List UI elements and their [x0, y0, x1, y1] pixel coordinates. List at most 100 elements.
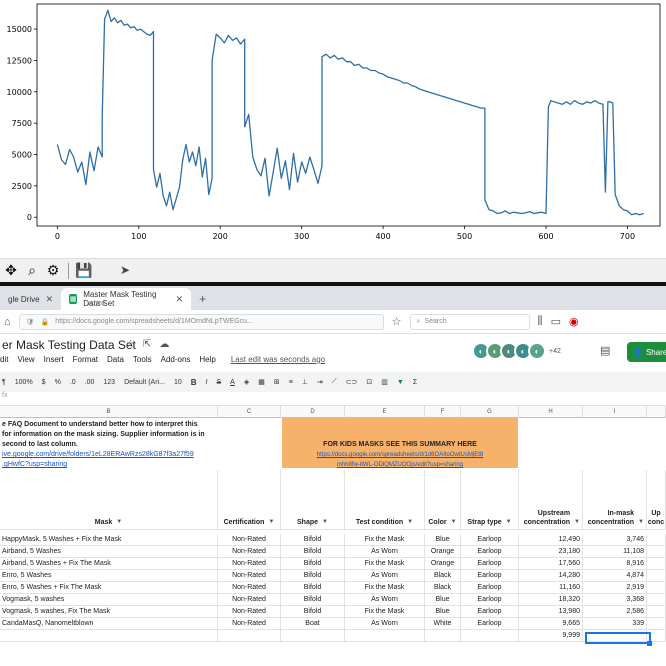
strikethrough-icon[interactable]: S: [216, 379, 221, 386]
cell-certification[interactable]: Non-Rated: [218, 546, 281, 558]
cell-extra[interactable]: [647, 546, 666, 558]
cell-shape[interactable]: Bifold: [281, 582, 345, 594]
cell-extra[interactable]: [647, 558, 666, 570]
cell-in-mask[interactable]: 3,746: [583, 534, 647, 546]
cell-mask[interactable]: [0, 630, 218, 642]
comment-icon[interactable]: ⊡: [366, 378, 372, 386]
pan-icon[interactable]: ✥: [2, 262, 20, 280]
cell-test-condition[interactable]: As Worn: [345, 546, 425, 558]
merge-icon[interactable]: ⊞: [274, 378, 280, 386]
more-collaborators-count[interactable]: +42: [549, 348, 561, 355]
align-icon[interactable]: ≡: [289, 379, 293, 386]
comment-icon[interactable]: ▤: [600, 344, 610, 357]
column-header-d[interactable]: D: [281, 406, 345, 418]
italic-icon[interactable]: I: [206, 379, 208, 386]
bookmark-star-icon[interactable]: ☆: [392, 315, 402, 328]
chart-icon[interactable]: ▥: [381, 378, 388, 386]
column-heading[interactable]: In-mask concentration ▼: [583, 470, 647, 530]
column-header-b[interactable]: B: [0, 406, 218, 418]
column-header-e[interactable]: E: [345, 406, 425, 418]
cell-extra[interactable]: [647, 570, 666, 582]
font-size-select[interactable]: 10: [174, 379, 182, 386]
url-field[interactable]: 🛡 🔒 https://docs.google.com/spreadsheets…: [18, 313, 384, 330]
formula-bar[interactable]: fx: [0, 392, 666, 406]
tab-google-drive[interactable]: gle Drive ✕: [0, 288, 61, 310]
filter-dropdown-icon[interactable]: ▼: [574, 518, 580, 527]
cell-strap-type[interactable]: Earloop: [461, 534, 519, 546]
reader-icon[interactable]: ▭: [551, 315, 561, 328]
avatar[interactable]: ◐: [528, 342, 546, 360]
cell-color[interactable]: Black: [425, 570, 461, 582]
column-header-j[interactable]: [647, 406, 666, 418]
column-heading[interactable]: Color ▼: [425, 470, 461, 530]
drive-folder-link[interactable]: ive.google.com/drive/folders/1eL28ERAwRz…: [2, 450, 216, 460]
cell-extra[interactable]: [647, 582, 666, 594]
column-header-c[interactable]: C: [218, 406, 281, 418]
column-header-i[interactable]: I: [583, 406, 647, 418]
cell-color[interactable]: Blue: [425, 606, 461, 618]
cell-extra[interactable]: [647, 618, 666, 630]
library-icon[interactable]: ⫼: [538, 315, 543, 328]
fill-handle[interactable]: [647, 641, 652, 646]
cell-test-condition[interactable]: Fix the Mask: [345, 534, 425, 546]
drive-folder-link-cont[interactable]: .gHwfC?usp=sharing: [2, 460, 216, 470]
cell-mask[interactable]: Enro, 5 Washes + Fix The Mask: [0, 582, 218, 594]
kids-summary-link[interactable]: https://docs.google.com/spreadsheets/d/1…: [282, 450, 518, 460]
filter-dropdown-icon[interactable]: ▼: [116, 518, 122, 527]
cell-shape[interactable]: Bifold: [281, 534, 345, 546]
column-heading[interactable]: Up conc: [647, 470, 666, 530]
cell-color[interactable]: White: [425, 618, 461, 630]
cell-test-condition[interactable]: As Worn: [345, 570, 425, 582]
cell-certification[interactable]: Non-Rated: [218, 618, 281, 630]
link-icon[interactable]: ⊂⊃: [346, 378, 358, 386]
cell-upstream[interactable]: 17,560: [519, 558, 583, 570]
cell-strap-type[interactable]: Earloop: [461, 582, 519, 594]
extension-icon[interactable]: ◉: [569, 315, 579, 328]
cell-in-mask[interactable]: 339: [583, 618, 647, 630]
faq-info-cell[interactable]: e FAQ Document to understand better how …: [2, 420, 216, 470]
cell-certification[interactable]: Non-Rated: [218, 606, 281, 618]
menu-help[interactable]: Help: [199, 355, 215, 364]
cell-certification[interactable]: Non-Rated: [218, 558, 281, 570]
menu-format[interactable]: Format: [73, 355, 98, 364]
cell-shape[interactable]: Boat: [281, 618, 345, 630]
menu-insert[interactable]: Insert: [44, 355, 64, 364]
column-header-h[interactable]: H: [519, 406, 583, 418]
zoom-select[interactable]: 100%: [15, 379, 33, 386]
percent-icon[interactable]: %: [55, 379, 61, 386]
filter-dropdown-icon[interactable]: ▼: [407, 518, 413, 527]
cell-mask[interactable]: Vogmask, 5 washes, Fix The Mask: [0, 606, 218, 618]
column-heading[interactable]: Test condition ▼: [345, 470, 425, 530]
menu-tools[interactable]: Tools: [133, 355, 152, 364]
cell-test-condition[interactable]: Fix the Mask: [345, 582, 425, 594]
cell-in-mask[interactable]: 3,368: [583, 594, 647, 606]
cell-strap-type[interactable]: Earloop: [461, 618, 519, 630]
filter-dropdown-icon[interactable]: ▼: [322, 518, 328, 527]
zoom-icon[interactable]: ⌕: [23, 262, 41, 280]
move-icon[interactable]: ⇱: [143, 339, 151, 350]
font-select[interactable]: Default (Ari...: [124, 379, 165, 386]
cell-upstream[interactable]: 14,280: [519, 570, 583, 582]
fill-color-icon[interactable]: ◈: [244, 378, 249, 386]
cell-test-condition[interactable]: As Worn: [345, 594, 425, 606]
rotate-icon[interactable]: ⟋: [332, 378, 337, 386]
cell-in-mask[interactable]: 11,108: [583, 546, 647, 558]
selected-cell[interactable]: [585, 632, 651, 644]
column-header-g[interactable]: G: [461, 406, 519, 418]
save-icon[interactable]: 💾: [75, 262, 93, 280]
search-input[interactable]: ⌕ Search: [409, 313, 530, 330]
filter-dropdown-icon[interactable]: ▼: [268, 518, 274, 527]
cell-strap-type[interactable]: Earloop: [461, 558, 519, 570]
document-title[interactable]: er Mask Testing Data Set: [2, 338, 136, 352]
cell-strap-type[interactable]: Earloop: [461, 570, 519, 582]
cell-upstream[interactable]: 11,160: [519, 582, 583, 594]
filter-icon[interactable]: ▼: [397, 379, 404, 386]
kids-summary-link-cont[interactable]: mhh8fw-itWL-ODlQMZUOOjs/edit?usp=sharing: [282, 460, 518, 470]
cell-color[interactable]: Blue: [425, 594, 461, 606]
decrease-decimal-icon[interactable]: .0: [70, 379, 76, 386]
cell-test-condition[interactable]: Fix the Mask: [345, 606, 425, 618]
cell-shape[interactable]: Bifold: [281, 558, 345, 570]
filter-dropdown-icon[interactable]: ▼: [506, 518, 512, 527]
cell-strap-type[interactable]: Earloop: [461, 594, 519, 606]
cell-upstream[interactable]: 13,980: [519, 606, 583, 618]
